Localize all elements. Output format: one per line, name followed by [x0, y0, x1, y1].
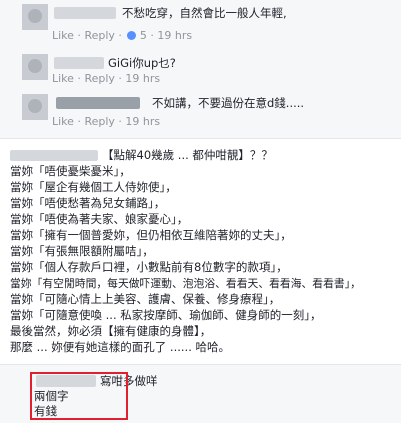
post-line: 當妳「有張無限額附屬咭」，: [10, 244, 154, 258]
comment-2: GiGi你up乜? Like · Reply · 19 hrs: [0, 48, 401, 88]
reply-button[interactable]: Reply: [84, 72, 114, 85]
post-line: 當妳「屋企有幾個工人侍妳使」，: [10, 180, 177, 194]
post-line: 那麼 ... 妳便有她這樣的面孔了 ...... 哈哈。: [10, 340, 231, 354]
comment-time: 5 · 19 hrs: [139, 29, 193, 42]
post-line: 最後當然，妳必須【擁有健康的身體】，: [10, 324, 212, 338]
reply-button[interactable]: Reply: [84, 29, 114, 42]
comment-time: 19 hrs: [125, 115, 161, 128]
post-title: 【點解40幾歲 ... 都仲咁靚】？？: [102, 148, 273, 162]
like-icon: [127, 31, 137, 40]
avatar[interactable]: [22, 94, 48, 120]
post-line: 當妳「可隨意使喚 ... 私家按摩師、瑜伽師、健身師的一刻」，: [10, 308, 322, 322]
post-line: 當妳「擁有一個普愛妳，但仍相依互維陪著妳的丈夫」，: [10, 228, 292, 242]
avatar[interactable]: [22, 4, 48, 30]
post-line: 當妳「可隨心情上上美容、護膚、保養、修身療程」，: [10, 292, 281, 306]
avatar[interactable]: [22, 54, 48, 80]
like-button[interactable]: Like: [52, 72, 74, 85]
post-line: 當妳「唔使為著夫家、娘家憂心」，: [10, 212, 189, 226]
comment-text: GiGi你up乜?: [108, 56, 176, 70]
redacted-name: [56, 97, 140, 109]
redacted-name: [10, 150, 98, 161]
post-line: 當妳「唔使憂柴憂米」，: [10, 164, 131, 178]
like-button[interactable]: Like: [52, 29, 74, 42]
post-line: 當妳「唔使愁著為兒女鋪路」，: [10, 196, 166, 210]
comment-time: 19 hrs: [125, 72, 161, 85]
reply-button[interactable]: Reply: [84, 115, 114, 128]
comment-text: 不如講，不要過份在意d錢.....: [152, 96, 305, 110]
like-button[interactable]: Like: [52, 115, 74, 128]
comment-1: 不愁吃穿，自然會比一般人年輕, Like · Reply · 5 · 19 hr…: [0, 0, 401, 44]
post-line: 當妳「個人存款戶口裡，小數點前有8位數字的款項」，: [10, 260, 288, 274]
comment-meta: Like · Reply · 19 hrs: [52, 72, 161, 85]
comment-text: 不愁吃穿，自然會比一般人年輕,: [122, 6, 287, 20]
post-line: 當妳「有空閒時間，每天做吓運動、泡泡浴、看看天、看看海、看看書」，: [10, 277, 361, 290]
redacted-name: [54, 57, 104, 69]
comment-meta: Like · Reply · 19 hrs: [52, 115, 161, 128]
comment-3: 不如講，不要過份在意d錢..... Like · Reply · 19 hrs: [0, 90, 401, 134]
redacted-name: [54, 7, 116, 19]
post-body: 【點解40幾歲 ... 都仲咁靚】？？ 當妳「唔使憂柴憂米」， 當妳「屋企有幾個…: [0, 140, 401, 360]
highlight-box: [30, 372, 128, 420]
divider: [0, 138, 401, 139]
comment-meta: Like · Reply · 5 · 19 hrs: [52, 29, 193, 42]
